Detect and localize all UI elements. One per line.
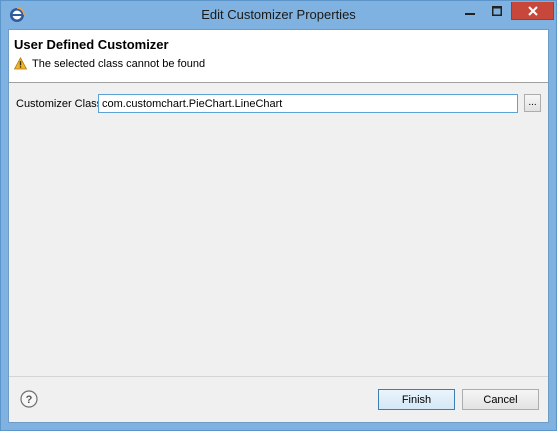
cancel-button[interactable]: Cancel [462,389,539,410]
help-icon[interactable]: ? [20,390,38,408]
close-button[interactable] [511,2,554,20]
dialog-header: User Defined Customizer The selected cla… [9,30,548,83]
finish-button[interactable]: Finish [378,389,455,410]
minimize-button[interactable] [456,2,483,20]
minimize-icon [464,13,475,15]
maximize-button[interactable] [483,2,510,20]
header-title: User Defined Customizer [14,37,169,52]
dialog-content: User Defined Customizer The selected cla… [8,29,549,423]
svg-text:?: ? [26,394,33,406]
dialog-window: Edit Customizer Properties User Defined … [0,0,557,431]
header-message: The selected class cannot be found [32,58,206,70]
title-bar[interactable]: Edit Customizer Properties [1,1,556,29]
footer-separator [9,376,548,377]
browse-button[interactable]: ... [524,94,541,112]
customizer-class-input[interactable] [98,94,518,113]
maximize-icon [491,6,502,16]
warning-icon [14,57,27,70]
close-icon [527,5,538,16]
customizer-class-label: Customizer Class [16,98,103,110]
